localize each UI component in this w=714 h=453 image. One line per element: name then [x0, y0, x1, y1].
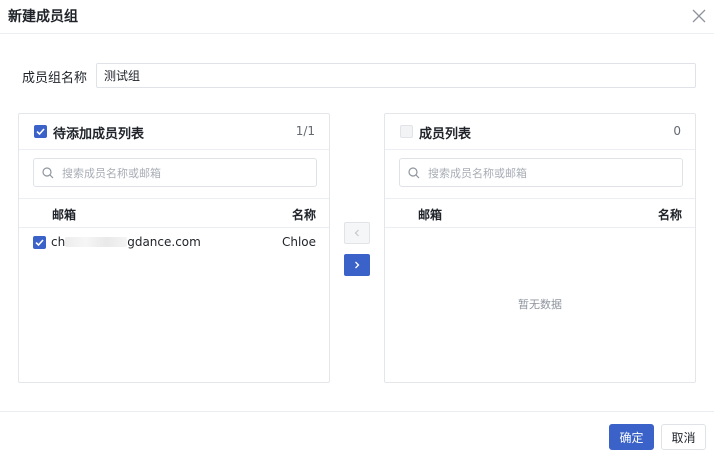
pending-search-input[interactable]	[62, 163, 307, 183]
member-name: Chloe	[281, 235, 316, 249]
group-name-input[interactable]	[96, 63, 696, 88]
chevron-left-icon	[354, 229, 359, 237]
members-table-header: 邮箱 名称	[385, 198, 695, 228]
move-right-button[interactable]	[344, 254, 370, 276]
dialog-footer: 确定 取消	[0, 411, 714, 453]
select-all-pending-checkbox[interactable]	[34, 125, 47, 138]
members-panel-header: 成员列表 0	[385, 114, 695, 150]
pending-search-box[interactable]	[33, 158, 317, 187]
empty-state-text: 暂无数据	[518, 298, 562, 311]
row-checkbox[interactable]	[33, 236, 46, 249]
name-column-header: 名称	[291, 208, 316, 222]
cancel-button[interactable]: 取消	[661, 424, 706, 450]
dialog-header: 新建成员组	[0, 0, 714, 34]
dialog-title: 新建成员组	[8, 9, 78, 25]
pending-count: 1/1	[295, 124, 315, 138]
members-panel: 成员列表 0 邮箱 名称 暂无数据	[384, 113, 696, 383]
members-panel-title: 成员列表	[419, 127, 472, 142]
select-all-members-checkbox[interactable]	[400, 125, 413, 138]
search-icon	[408, 167, 420, 179]
confirm-button[interactable]: 确定	[609, 424, 654, 450]
pending-panel-header: 待添加成员列表 1/1	[19, 114, 329, 150]
group-name-label: 成员组名称	[22, 71, 88, 86]
member-email: ch gdance.com	[51, 235, 201, 249]
group-name-row: 成员组名称	[22, 63, 696, 88]
email-column-header: 邮箱	[52, 208, 77, 222]
members-search-input[interactable]	[428, 163, 673, 183]
redacted-blur	[65, 237, 128, 247]
pending-panel-title: 待添加成员列表	[53, 127, 145, 142]
close-icon[interactable]	[692, 9, 706, 23]
name-column-header: 名称	[657, 208, 682, 222]
table-row[interactable]: ch gdance.com Chloe	[19, 230, 329, 256]
members-count: 0	[673, 124, 681, 138]
search-icon	[42, 167, 54, 179]
members-search-box[interactable]	[399, 158, 683, 187]
pending-table-header: 邮箱 名称	[19, 198, 329, 228]
pending-members-panel: 待添加成员列表 1/1 邮箱 名称 chgdance.com Chloe	[18, 113, 330, 383]
email-column-header: 邮箱	[418, 208, 443, 222]
chevron-right-icon	[355, 261, 360, 269]
move-left-button[interactable]	[344, 222, 370, 244]
